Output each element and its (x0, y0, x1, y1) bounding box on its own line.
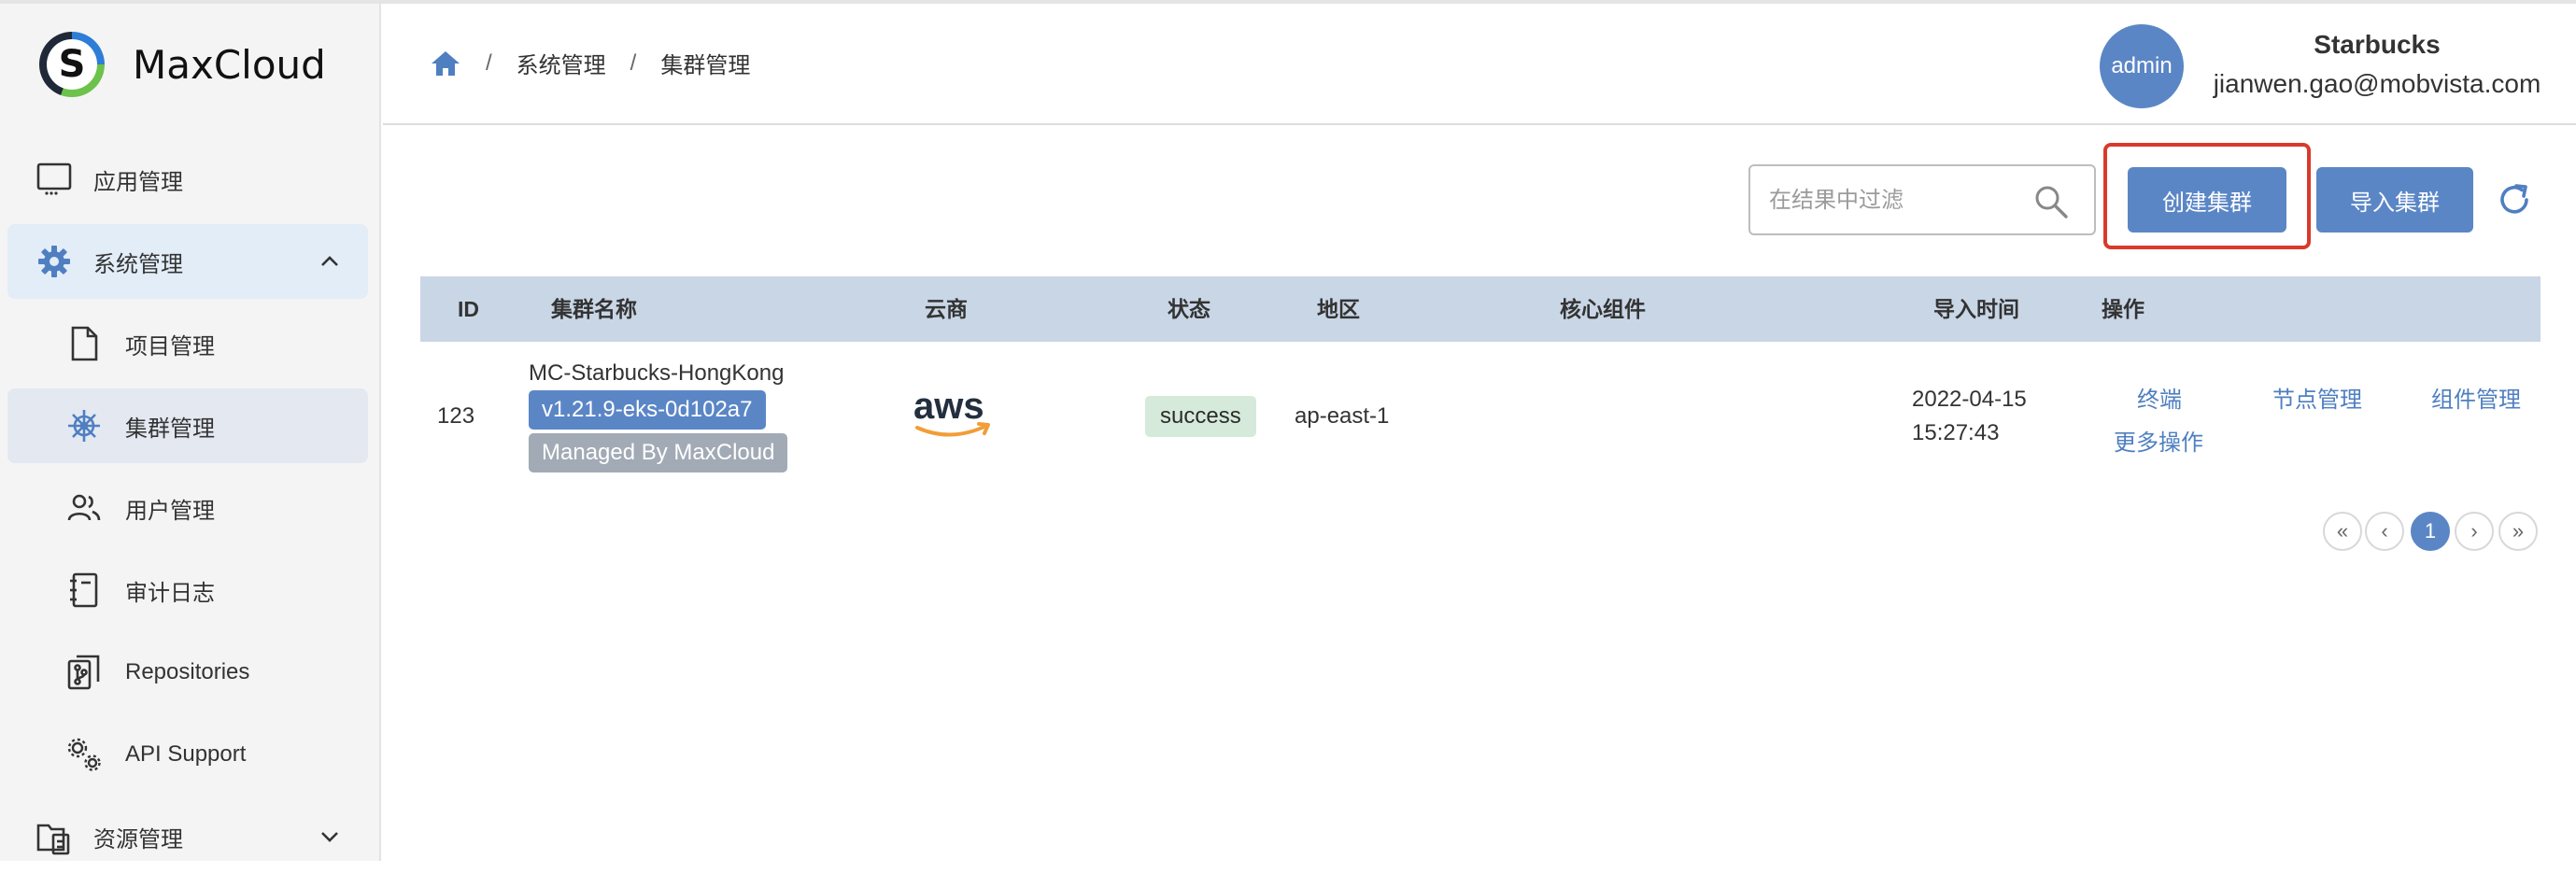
column-header-import-time: 导入时间 (1933, 297, 2019, 321)
sidebar-item-projects[interactable]: 项目管理 (7, 306, 368, 381)
status-badge: success (1145, 396, 1256, 437)
sidebar-item-api-support[interactable]: API Support (7, 717, 368, 792)
table-header: ID 集群名称 云商 状态 地区 核心组件 导入时间 操作 (420, 276, 2541, 342)
sidebar-item-label: API Support (125, 741, 247, 767)
column-header-core-components: 核心组件 (1560, 297, 1646, 321)
action-more-link[interactable]: 更多操作 (2114, 424, 2203, 457)
import-cluster-button[interactable]: 导入集群 (2316, 167, 2473, 233)
filter-search-box (1748, 164, 2096, 235)
maxcloud-logo-icon: S (39, 32, 105, 97)
pagination-page-current[interactable]: 1 (2411, 512, 2450, 551)
action-component-management-link[interactable]: 组件管理 (2431, 381, 2521, 414)
sidebar-item-system[interactable]: 系统管理 (7, 224, 368, 299)
sidebar-item-label: 用户管理 (125, 498, 215, 524)
refresh-icon[interactable] (2496, 181, 2533, 218)
version-badge: v1.21.9-eks-0d102a7 (529, 390, 766, 430)
sidebar-item-label: 集群管理 (125, 416, 215, 442)
column-header-name: 集群名称 (551, 297, 637, 321)
column-header-region: 地区 (1317, 297, 1360, 321)
column-header-id: ID (458, 297, 479, 321)
table-row: 123 MC-Starbucks-HongKong v1.21.9-eks-0d… (420, 344, 2541, 484)
column-header-actions: 操作 (2102, 297, 2144, 321)
cell-region: ap-east-1 (1295, 403, 1390, 429)
sidebar-item-label: 项目管理 (125, 333, 215, 359)
helm-icon (64, 405, 105, 446)
sidebar: S MaxCloud 应用管理 系统管理 项目管理 集群管理 用户管理 审计日志… (0, 4, 381, 861)
breadcrumb-item-clusters: 集群管理 (660, 53, 751, 78)
gears-icon (64, 734, 105, 775)
sidebar-item-repositories[interactable]: Repositories (7, 635, 368, 710)
create-cluster-button[interactable]: 创建集群 (2128, 167, 2286, 233)
cell-id: 123 (437, 403, 475, 429)
managed-badge: Managed By MaxCloud (529, 433, 788, 472)
pagination-last[interactable]: » (2498, 512, 2538, 551)
aws-logo-icon: aws (912, 385, 996, 444)
filter-input[interactable] (1769, 183, 2031, 218)
resource-icon (34, 816, 75, 857)
app-name: MaxCloud (133, 41, 326, 88)
repo-icon (64, 652, 105, 693)
svg-text:aws: aws (913, 386, 984, 427)
sidebar-item-audit-log[interactable]: 审计日志 (7, 553, 368, 627)
action-node-management-link[interactable]: 节点管理 (2272, 381, 2362, 414)
user-email: jianwen.gao@mobvista.com (2213, 69, 2541, 98)
breadcrumb: / 系统管理 / 集群管理 (430, 47, 750, 79)
chevron-down-icon[interactable] (318, 825, 342, 849)
chevron-up-icon[interactable] (318, 249, 342, 274)
sidebar-item-label: 审计日志 (125, 580, 215, 606)
column-header-provider: 云商 (925, 297, 968, 321)
notebook-icon (64, 570, 105, 611)
users-icon (64, 487, 105, 529)
sidebar-item-label: 应用管理 (93, 169, 183, 195)
sidebar-item-label: 资源管理 (93, 826, 183, 853)
logo[interactable]: S MaxCloud (39, 32, 326, 97)
breadcrumb-separator: / (486, 49, 492, 76)
monitor-icon (34, 159, 75, 200)
sidebar-item-resources[interactable]: 资源管理 (7, 799, 368, 874)
sidebar-item-users[interactable]: 用户管理 (7, 471, 368, 545)
breadcrumb-separator: / (630, 49, 637, 76)
pagination-first[interactable]: « (2323, 512, 2362, 551)
cell-import-time: 15:27:43 (1912, 420, 2000, 445)
breadcrumb-item-system[interactable]: 系统管理 (517, 47, 606, 79)
action-terminal-link[interactable]: 终端 (2137, 381, 2182, 414)
sidebar-item-apps[interactable]: 应用管理 (7, 142, 368, 217)
gear-icon (34, 241, 75, 282)
column-header-status: 状态 (1168, 297, 1210, 321)
cell-cluster-name[interactable]: MC-Starbucks-HongKong (529, 360, 784, 387)
avatar[interactable]: admin (2100, 24, 2184, 108)
home-icon[interactable] (430, 48, 461, 79)
document-icon (64, 323, 105, 364)
sidebar-item-label: Repositories (125, 659, 250, 684)
sidebar-item-clusters[interactable]: 集群管理 (7, 388, 368, 463)
top-header: / 系统管理 / 集群管理 admin Starbucks jianwen.ga… (383, 4, 2576, 125)
sidebar-item-label: 系统管理 (93, 251, 183, 277)
pagination-next[interactable]: › (2455, 512, 2494, 551)
cell-import-date: 2022-04-15 (1912, 387, 2027, 412)
pagination-prev[interactable]: ‹ (2365, 512, 2404, 551)
user-name: Starbucks (2314, 30, 2441, 59)
search-icon[interactable] (2032, 183, 2070, 220)
